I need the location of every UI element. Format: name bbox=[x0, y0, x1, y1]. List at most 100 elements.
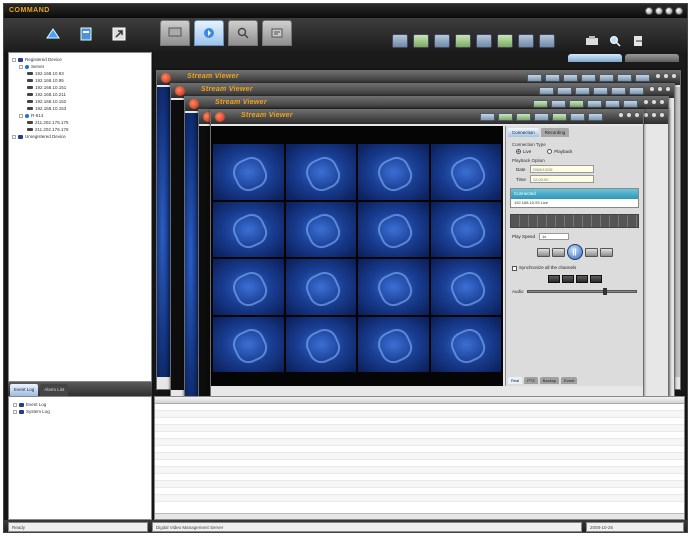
expand-icon[interactable] bbox=[12, 134, 16, 139]
log-row[interactable] bbox=[155, 474, 684, 481]
layout-1-button[interactable] bbox=[392, 34, 408, 48]
maximize-icon[interactable] bbox=[651, 99, 657, 105]
video-channel[interactable] bbox=[213, 259, 284, 315]
layout-16-button[interactable] bbox=[534, 113, 549, 121]
video-channel[interactable] bbox=[285, 201, 356, 257]
expand-icon[interactable] bbox=[12, 57, 16, 62]
viewer-tool-button[interactable] bbox=[623, 100, 638, 108]
tab-real[interactable]: Real bbox=[508, 377, 523, 384]
layout-1-button[interactable] bbox=[480, 113, 495, 121]
viewer-tool-button[interactable] bbox=[551, 100, 566, 108]
zoom-icon[interactable] bbox=[606, 33, 624, 49]
minimize-icon[interactable] bbox=[655, 73, 661, 79]
viewer-title-bar[interactable]: Stream Viewer bbox=[211, 110, 643, 124]
viewer-tool-button[interactable] bbox=[593, 87, 608, 95]
maximize-icon[interactable] bbox=[626, 112, 632, 118]
layout-9-button[interactable] bbox=[516, 113, 531, 121]
tab-alarm-list[interactable]: Alarm List bbox=[40, 384, 69, 396]
tab-backup[interactable]: Backup bbox=[539, 377, 560, 384]
viewer-tool-button[interactable] bbox=[569, 100, 584, 108]
fullscreen-button[interactable] bbox=[539, 34, 555, 48]
frame-prev-button[interactable] bbox=[561, 274, 574, 283]
frame-next-button[interactable] bbox=[575, 274, 588, 283]
close-icon[interactable] bbox=[659, 112, 665, 118]
tree-root[interactable]: Registered Device bbox=[9, 56, 151, 63]
maximize-icon[interactable] bbox=[651, 112, 657, 118]
video-channel[interactable] bbox=[430, 144, 501, 200]
log-row[interactable] bbox=[155, 481, 684, 488]
video-channel[interactable] bbox=[213, 316, 284, 372]
layout-seq-button[interactable] bbox=[518, 34, 534, 48]
radio-live-indicator[interactable] bbox=[516, 149, 521, 155]
pause-button[interactable]: || bbox=[566, 244, 583, 261]
viewer-tool-button[interactable] bbox=[599, 74, 614, 82]
minimize-icon[interactable] bbox=[643, 99, 649, 105]
date-field[interactable]: 2008/10/26 bbox=[529, 165, 594, 174]
capture-button[interactable] bbox=[570, 113, 585, 121]
tree-group[interactable]: Server bbox=[9, 63, 151, 70]
video-channel[interactable] bbox=[285, 316, 356, 372]
log-row[interactable] bbox=[155, 488, 684, 495]
tab-ptz[interactable]: PTZ bbox=[524, 377, 538, 384]
layout-4-button[interactable] bbox=[498, 113, 513, 121]
log-row[interactable] bbox=[155, 460, 684, 467]
tab-monitor[interactable] bbox=[160, 20, 190, 46]
step-forward-button[interactable] bbox=[584, 247, 598, 257]
viewer-tool-button[interactable] bbox=[605, 100, 620, 108]
device-icon[interactable] bbox=[44, 24, 63, 44]
frame-last-button[interactable] bbox=[589, 274, 602, 283]
expand-icon[interactable] bbox=[19, 64, 23, 69]
maximize-icon[interactable] bbox=[665, 7, 673, 15]
tree-camera[interactable]: 192.168.10.211 bbox=[9, 91, 151, 98]
tree-camera[interactable]: 211.202.176.175 bbox=[9, 119, 151, 126]
log-row[interactable] bbox=[155, 411, 684, 418]
tree-camera[interactable]: 192.168.10.151 bbox=[9, 84, 151, 91]
video-channel[interactable] bbox=[213, 144, 284, 200]
minimize-icon[interactable] bbox=[649, 86, 655, 92]
viewer-tool-button[interactable] bbox=[563, 74, 578, 82]
tab-recording[interactable]: Recording bbox=[540, 128, 570, 137]
tree-camera[interactable]: 192.168.10.152 bbox=[9, 98, 151, 105]
tree-camera[interactable]: 211.202.176.176 bbox=[9, 126, 151, 133]
connection-list-item[interactable]: 192.168.10.93 Live bbox=[511, 199, 638, 207]
maximize-icon[interactable] bbox=[657, 86, 663, 92]
viewer-tool-button[interactable] bbox=[617, 74, 632, 82]
viewer-tool-button[interactable] bbox=[635, 74, 650, 82]
tree-system-log[interactable]: System Log bbox=[9, 408, 151, 415]
radio-playback[interactable]: Playback bbox=[547, 149, 573, 155]
tree-camera[interactable]: 192.168.10.153 bbox=[9, 105, 151, 112]
stream-viewer-front[interactable]: Stream Viewer Connection Recording Conne… bbox=[210, 109, 644, 419]
maximize-icon[interactable] bbox=[663, 73, 669, 79]
restore-icon[interactable] bbox=[655, 7, 663, 15]
viewer-tool-button[interactable] bbox=[575, 87, 590, 95]
expand-icon[interactable] bbox=[19, 113, 23, 118]
subtab-active[interactable] bbox=[568, 54, 622, 62]
tab-connection[interactable]: Connection bbox=[508, 128, 539, 137]
video-channel[interactable] bbox=[430, 259, 501, 315]
video-channel[interactable] bbox=[358, 144, 429, 200]
layout-16-button[interactable] bbox=[455, 34, 471, 48]
video-channel[interactable] bbox=[213, 201, 284, 257]
log-row[interactable] bbox=[155, 432, 684, 439]
tools-icon[interactable] bbox=[583, 33, 601, 49]
video-channel[interactable] bbox=[430, 201, 501, 257]
viewer-tool-button[interactable] bbox=[545, 74, 560, 82]
video-channel[interactable] bbox=[285, 259, 356, 315]
video-channel[interactable] bbox=[285, 144, 356, 200]
close-icon[interactable] bbox=[675, 7, 683, 15]
viewer-tool-button[interactable] bbox=[581, 74, 596, 82]
fast-forward-button[interactable] bbox=[599, 247, 613, 257]
audio-slider[interactable] bbox=[526, 287, 637, 295]
log-row[interactable] bbox=[155, 446, 684, 453]
video-channel[interactable] bbox=[358, 316, 429, 372]
layout-9-button[interactable] bbox=[434, 34, 450, 48]
frame-first-button[interactable] bbox=[547, 274, 560, 283]
settings-icon[interactable] bbox=[77, 24, 96, 44]
minimize-icon[interactable] bbox=[645, 7, 653, 15]
log-row[interactable] bbox=[155, 404, 684, 411]
export-icon[interactable] bbox=[109, 24, 128, 44]
time-field[interactable]: 12:00:00 bbox=[529, 175, 594, 184]
expand-icon[interactable] bbox=[13, 409, 17, 414]
layout-custom-button[interactable] bbox=[552, 113, 567, 121]
tree-unregistered[interactable]: Unregistered Device bbox=[9, 133, 151, 140]
